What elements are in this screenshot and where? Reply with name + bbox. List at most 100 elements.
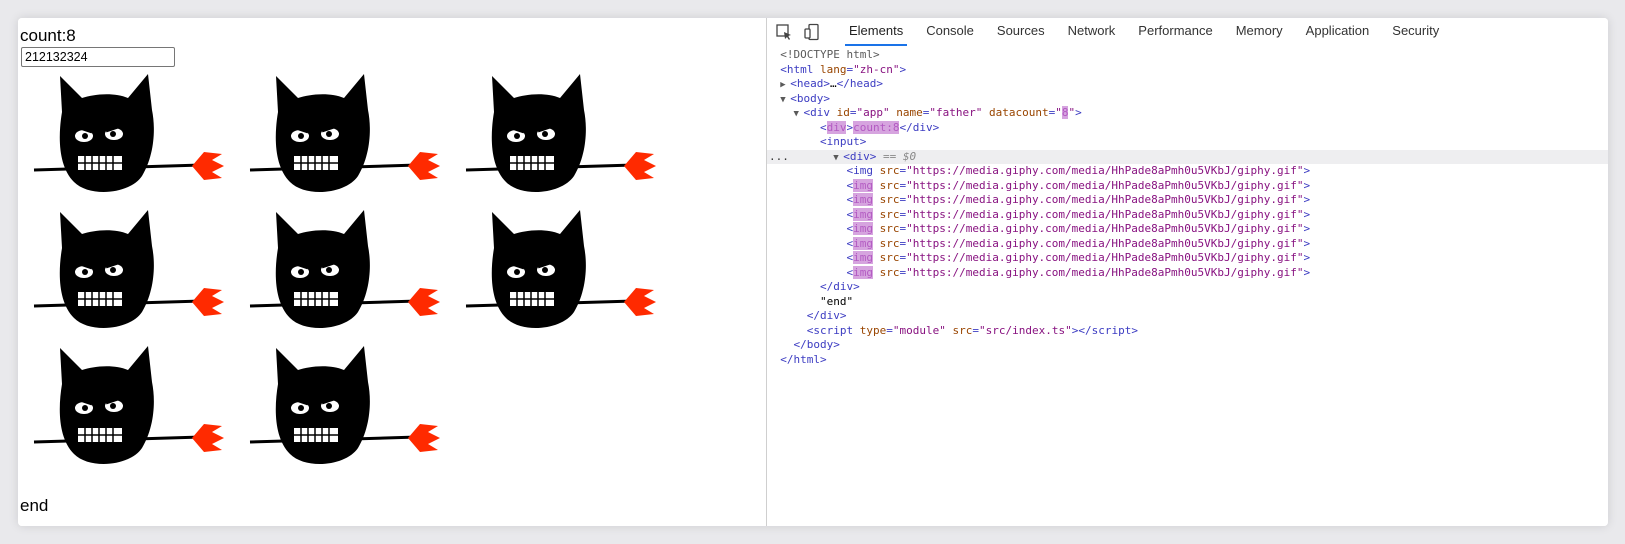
inner-div-close: div [833, 280, 854, 293]
cat-gif-image [248, 70, 444, 202]
count-div-close: div [912, 121, 933, 134]
input-tag: input [826, 135, 860, 148]
doctype-text: <!DOCTYPE html> [780, 48, 880, 61]
head-close-tag: head [849, 77, 877, 90]
tab-performance[interactable]: Performance [1128, 18, 1222, 46]
body-close-tag: body [806, 338, 834, 351]
img-src-attr: src [879, 265, 900, 279]
tree-line-img[interactable]: <img src="https://media.giphy.com/media/… [767, 251, 1608, 265]
tab-console[interactable]: Console [916, 18, 984, 46]
selected-marker: == $0 [882, 150, 917, 163]
img-tag: img [853, 207, 873, 221]
img-src-value: "https://media.giphy.com/media/HhPade8aP… [906, 178, 1304, 192]
img-tag: img [853, 178, 873, 192]
img-tag: img [853, 222, 873, 235]
tree-line-body[interactable]: ▼ <body> [767, 92, 1608, 106]
page-viewport: count:8 212132324 end [18, 18, 766, 526]
tree-line-end-text[interactable]: "end" [767, 295, 1608, 309]
head-tag: head [796, 77, 824, 90]
cat-gif-image [248, 206, 444, 338]
img-tag: img [853, 193, 873, 206]
img-src-value: "https://media.giphy.com/media/HhPade8aP… [906, 265, 1304, 279]
html-lang-attr: lang [820, 63, 847, 76]
count-div-tag: div [826, 121, 847, 134]
tree-line-img[interactable]: <img src="https://media.giphy.com/media/… [767, 265, 1608, 280]
datacount-attr: datacount [988, 106, 1049, 119]
img-src-attr: src [879, 222, 900, 235]
tree-line-count-div[interactable]: <div>count:8</div> [767, 121, 1608, 135]
cat-gif-image [32, 342, 228, 474]
cat-gif-image [248, 342, 444, 474]
tree-line-img[interactable]: <img src="https://media.giphy.com/media/… [767, 164, 1608, 178]
count-div-text: count:8 [853, 121, 900, 134]
type-value: "module" [892, 324, 946, 337]
more-actions-icon[interactable]: ... [769, 150, 789, 164]
devtools-panel: Elements Console Sources Network Performance… [766, 18, 1608, 526]
tree-line-app-div[interactable]: ▼ <div id="app" name="father" datacount="… [767, 106, 1608, 120]
tab-memory[interactable]: Memory [1226, 18, 1293, 46]
app-div-tag: div [810, 106, 830, 119]
id-attr: id [836, 106, 850, 119]
datacount-quote-open: " [1055, 106, 1062, 119]
cat-gif-image [32, 70, 228, 202]
img-src-value: "https://media.giphy.com/media/HhPade8aP… [906, 164, 1304, 177]
tree-line-inner-div-close[interactable]: </div> [767, 280, 1608, 294]
devtools-tabs: Elements Console Sources Network Performance… [839, 18, 1452, 46]
devtools-toolbar: Elements Console Sources Network Performance… [767, 18, 1608, 46]
img-src-attr: src [879, 207, 900, 221]
expand-triangle-icon[interactable]: ▶ [780, 78, 790, 92]
src-value: "src/index.ts" [978, 324, 1072, 337]
collapse-triangle-icon[interactable]: ▼ [833, 151, 843, 165]
name-value: "father" [929, 106, 983, 119]
img-tag: img [853, 236, 873, 250]
tree-line-img[interactable]: <img src="https://media.giphy.com/media/… [767, 222, 1608, 236]
img-src-attr: src [879, 251, 900, 264]
id-value: "app" [856, 106, 890, 119]
tree-line-html-close[interactable]: </html> [767, 353, 1608, 367]
img-src-attr: src [879, 193, 900, 206]
tree-line-img[interactable]: <img src="https://media.giphy.com/media/… [767, 207, 1608, 222]
device-toolbar-icon[interactable] [803, 23, 821, 41]
end-label: end [20, 496, 49, 515]
cat-gif-image [464, 206, 660, 338]
img-src-value: "https://media.giphy.com/media/HhPade8aP… [906, 222, 1304, 235]
tree-line-head[interactable]: ▶ <head>…</head> [767, 77, 1608, 91]
tree-line-doctype[interactable]: <!DOCTYPE html> [767, 48, 1608, 62]
inner-div-tag: div [849, 150, 870, 163]
tab-sources[interactable]: Sources [987, 18, 1055, 46]
head-collapsed: … [830, 77, 837, 90]
tree-line-html[interactable]: <html lang="zh-cn"> [767, 63, 1608, 77]
img-src-value: "https://media.giphy.com/media/HhPade8aP… [906, 193, 1304, 206]
tree-line-body-close[interactable]: </body> [767, 338, 1608, 352]
tree-line-app-div-close[interactable]: </div> [767, 309, 1608, 323]
tab-network[interactable]: Network [1058, 18, 1126, 46]
img-tag: img [853, 251, 873, 264]
app-div-close: div [820, 309, 840, 322]
tree-line-script[interactable]: <script type="module" src="src/index.ts"… [767, 324, 1608, 338]
type-attr: type [859, 324, 887, 337]
collapse-triangle-icon[interactable]: ▼ [794, 107, 804, 121]
end-text-node: "end" [819, 295, 854, 308]
img-src-value: "https://media.giphy.com/media/HhPade8aP… [906, 251, 1304, 264]
collapse-triangle-icon[interactable]: ▼ [780, 93, 790, 107]
img-src-attr: src [879, 178, 900, 192]
script-close-tag: script [1091, 324, 1132, 337]
tree-line-input[interactable]: <input> [767, 135, 1608, 149]
html-close-tag: html [793, 353, 821, 366]
tab-application[interactable]: Application [1296, 18, 1380, 46]
count-label: count:8 [20, 26, 76, 45]
img-src-attr: src [879, 236, 900, 250]
name-attr: name [896, 106, 923, 119]
tree-line-inner-div[interactable]: ... ▼ <div> == $0 [767, 150, 1608, 164]
cat-gif-image [32, 206, 228, 338]
tree-line-img[interactable]: <img src="https://media.giphy.com/media/… [767, 178, 1608, 193]
tree-line-img[interactable]: <img src="https://media.giphy.com/media/… [767, 193, 1608, 207]
tree-line-img[interactable]: <img src="https://media.giphy.com/media/… [767, 236, 1608, 251]
tab-elements[interactable]: Elements [839, 18, 913, 46]
tab-security[interactable]: Security [1382, 18, 1449, 46]
inspect-element-icon[interactable] [775, 23, 793, 41]
img-src-value: "https://media.giphy.com/media/HhPade8aP… [906, 207, 1304, 221]
src-attr: src [952, 324, 973, 337]
count-input[interactable] [21, 47, 175, 67]
img-src-attr: src [879, 164, 900, 177]
